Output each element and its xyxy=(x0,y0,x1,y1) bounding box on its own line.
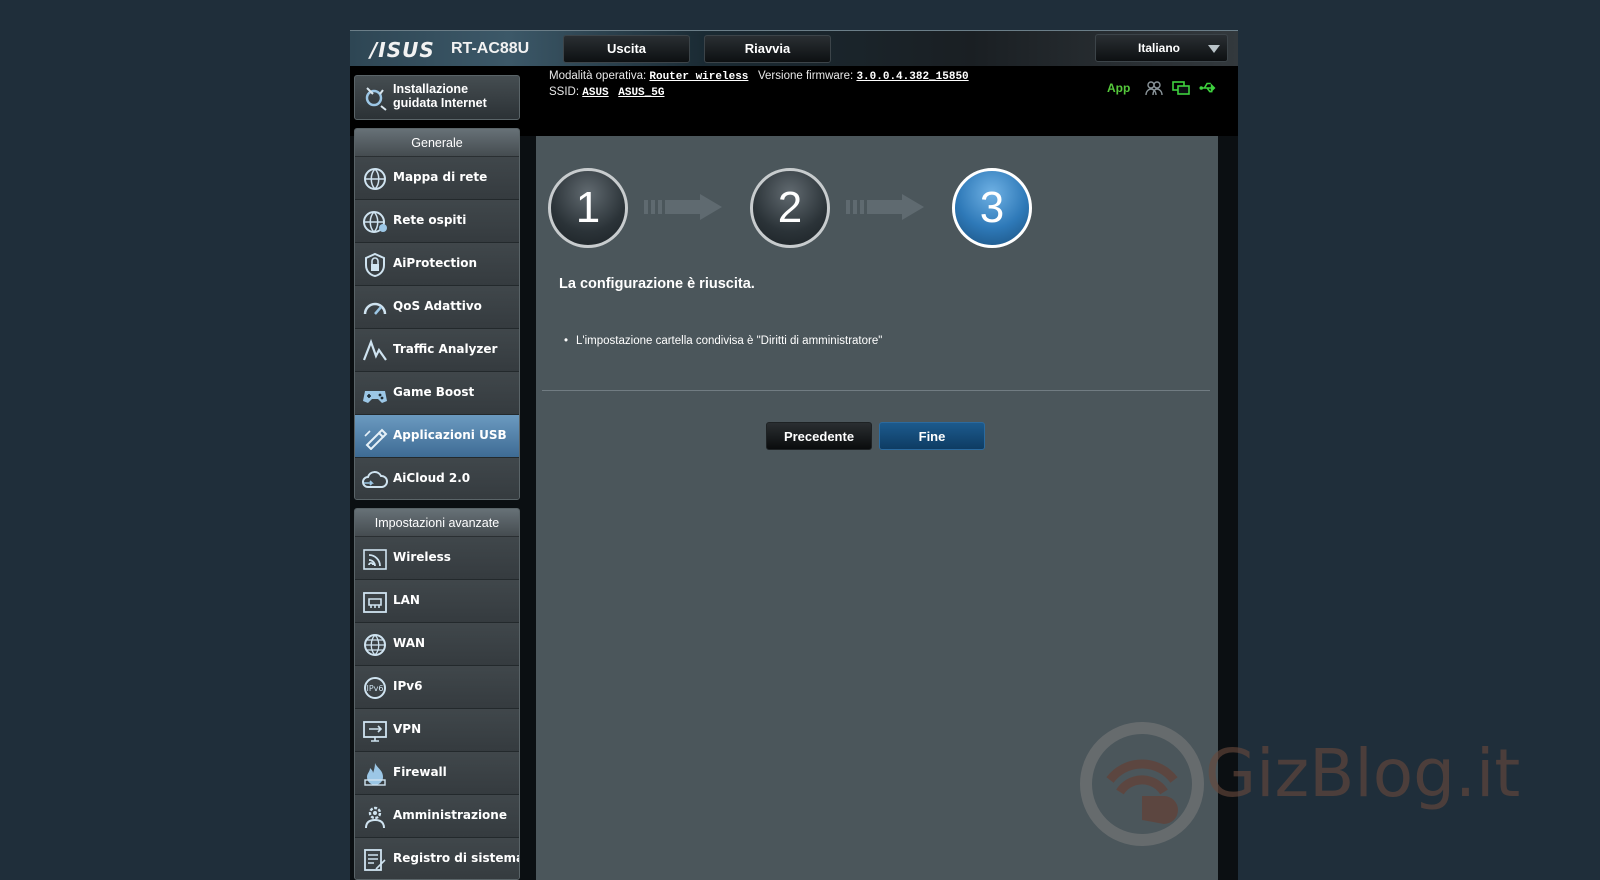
wizard-icon xyxy=(365,87,387,111)
status-icons: App xyxy=(1107,80,1217,96)
gauge-icon xyxy=(363,302,387,315)
divider xyxy=(542,390,1210,391)
asus-logo: /ISUS xyxy=(370,38,435,62)
gear-person-icon xyxy=(365,806,385,829)
cloud-icon xyxy=(362,471,388,488)
sidebar-item-label: LAN xyxy=(393,593,420,607)
general-title: Generale xyxy=(355,129,519,157)
shared-folder-note: L'impostazione cartella condivisa è "Dir… xyxy=(564,335,882,347)
ipv6-icon: IPv6 xyxy=(364,677,386,699)
sidebar-item-guest-network[interactable]: Rete ospiti xyxy=(355,200,519,243)
sidebar-item-traffic-analyzer[interactable]: Traffic Analyzer xyxy=(355,329,519,372)
quick-setup-button[interactable]: Installazione guidata Internet xyxy=(354,75,520,120)
sidebar-item-wan[interactable]: WAN xyxy=(355,623,519,666)
sidebar-item-administration[interactable]: Amministrazione xyxy=(355,795,519,838)
step-1-circle: 1 xyxy=(548,168,628,248)
sidebar-item-label: Applicazioni USB xyxy=(393,428,507,442)
sidebar-item-label: Registro di sistema xyxy=(393,851,520,865)
lock-shield-icon xyxy=(365,252,385,278)
usb-icon[interactable] xyxy=(1199,80,1217,96)
sidebar-item-label: Game Boost xyxy=(393,385,475,399)
sidebar-item-qos[interactable]: QoS Adattivo xyxy=(355,286,519,329)
sidebar-item-firewall[interactable]: Firewall xyxy=(355,752,519,795)
language-value: Italiano xyxy=(1138,41,1181,55)
language-select[interactable]: Italiano xyxy=(1095,34,1228,62)
previous-button[interactable]: Precedente xyxy=(766,422,872,450)
usb-app-icon xyxy=(364,428,388,450)
step-3-circle-active: 3 xyxy=(952,168,1032,248)
sidebar-item-label: Traffic Analyzer xyxy=(393,342,498,356)
sidebar-item-label: AiProtection xyxy=(393,256,477,270)
sidebar-item-label: Firewall xyxy=(393,765,447,779)
sidebar-item-aicloud[interactable]: AiCloud 2.0 xyxy=(355,458,519,499)
sidebar-item-label: Mappa di rete xyxy=(393,170,488,184)
logout-button[interactable]: Uscita xyxy=(563,35,690,63)
sidebar-item-aiprotection[interactable]: AiProtection xyxy=(355,243,519,286)
fire-icon xyxy=(364,763,386,786)
ssid-link-5g[interactable]: ASUS_5G xyxy=(618,87,664,99)
lan-icon xyxy=(363,592,387,613)
step-2-circle: 2 xyxy=(750,168,830,248)
advanced-title: Impostazioni avanzate xyxy=(355,509,519,537)
sidebar-item-label: AiCloud 2.0 xyxy=(393,471,471,485)
pulse-icon xyxy=(362,338,387,361)
status-line-mode: Modalità operativa: Router wireless Vers… xyxy=(549,70,969,83)
mode-link[interactable]: Router wireless xyxy=(649,71,748,83)
sidebar-item-ipv6[interactable]: IPv6 IPv6 xyxy=(355,666,519,709)
log-icon xyxy=(364,849,386,871)
watermark-text: GizBlog.it xyxy=(1205,735,1521,812)
arrow-right-icon xyxy=(846,194,924,220)
sidebar-item-label: QoS Adattivo xyxy=(393,299,482,313)
firmware-link[interactable]: 3.0.0.4.382_15850 xyxy=(856,71,968,83)
sidebar-item-label: WAN xyxy=(393,636,426,650)
svg-text:IPv6: IPv6 xyxy=(366,684,383,693)
reboot-button[interactable]: Riavvia xyxy=(704,35,831,63)
status-line-ssid: SSID: ASUS ASUS_5G xyxy=(549,86,664,99)
arrow-right-icon xyxy=(644,194,722,220)
finish-button[interactable]: Fine xyxy=(879,422,985,450)
sidebar-advanced: Impostazioni avanzate Wireless LAN WAN I… xyxy=(354,508,520,880)
firmware-label: Versione firmware: xyxy=(758,70,854,82)
sidebar-item-system-log[interactable]: Registro di sistema xyxy=(355,838,520,879)
sidebar-general: Generale Mappa di rete Rete ospiti AiPro… xyxy=(354,128,520,500)
wifi-icon xyxy=(363,549,387,570)
sidebar-item-wireless[interactable]: Wireless xyxy=(355,537,519,580)
guest-network-icon xyxy=(363,211,387,233)
sidebar-item-label: IPv6 xyxy=(393,679,423,693)
ssid-label: SSID: xyxy=(549,86,580,98)
ssid-link-24[interactable]: ASUS xyxy=(582,87,608,99)
sidebar-item-label: VPN xyxy=(393,722,422,736)
sidebar-item-label: Amministrazione xyxy=(393,808,507,822)
devices-icon[interactable] xyxy=(1172,80,1191,96)
sidebar-item-game-boost[interactable]: Game Boost xyxy=(355,372,519,415)
top-bar: /ISUS RT-AC88U Uscita Riavvia Italiano xyxy=(350,30,1238,66)
sidebar-item-network-map[interactable]: Mappa di rete xyxy=(355,157,519,200)
app-link[interactable]: App xyxy=(1107,81,1130,95)
chevron-down-icon xyxy=(1208,45,1220,53)
vpn-icon xyxy=(363,721,387,742)
mode-label: Modalità operativa: xyxy=(549,70,647,82)
sidebar-item-lan[interactable]: LAN xyxy=(355,580,519,623)
quick-setup-label: Installazione guidata Internet xyxy=(393,82,487,110)
sidebar-item-vpn[interactable]: VPN xyxy=(355,709,519,752)
network-map-icon xyxy=(364,168,386,190)
sidebar-item-label: Rete ospiti xyxy=(393,213,467,227)
clients-icon[interactable] xyxy=(1145,80,1164,96)
success-message: La configurazione è riuscita. xyxy=(559,276,755,292)
globe-icon xyxy=(364,634,386,656)
gamepad-icon xyxy=(363,391,387,403)
router-model: RT-AC88U xyxy=(451,40,530,57)
sidebar-item-label: Wireless xyxy=(393,550,451,564)
sidebar-item-usb-applications[interactable]: Applicazioni USB xyxy=(355,415,519,458)
